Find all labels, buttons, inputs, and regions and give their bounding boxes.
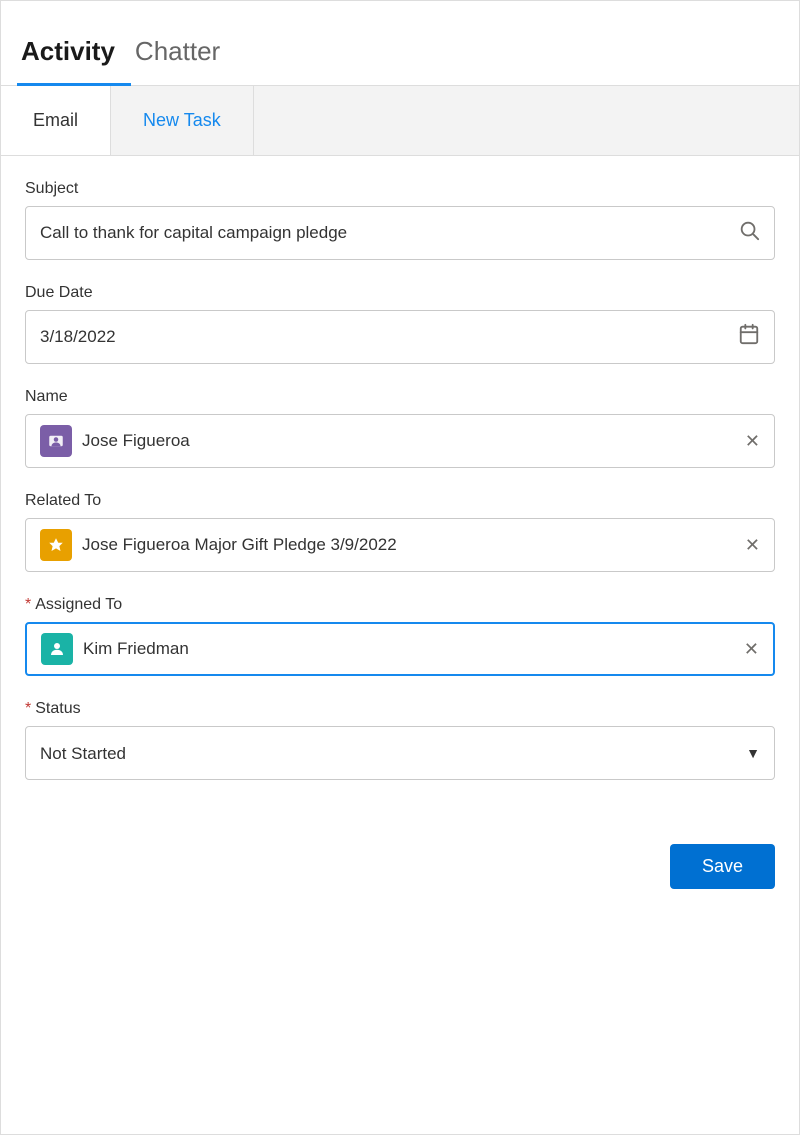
- name-label: Name: [25, 388, 775, 406]
- related-to-label: Related To: [25, 492, 775, 510]
- due-date-input-wrapper: [25, 310, 775, 364]
- status-select-wrapper: Not Started In Progress Completed Waitin…: [25, 726, 775, 780]
- tab-chatter[interactable]: Chatter: [131, 28, 236, 86]
- sub-tab-email[interactable]: Email: [1, 86, 111, 155]
- due-date-label: Due Date: [25, 284, 775, 302]
- status-required-star: *: [25, 700, 31, 718]
- assigned-to-close-icon[interactable]: ✕: [744, 639, 759, 660]
- related-to-chip-label: Jose Figueroa Major Gift Pledge 3/9/2022: [82, 535, 735, 555]
- assigned-to-field-group: * Assigned To Kim Friedman ✕: [25, 596, 775, 676]
- related-to-input-wrapper[interactable]: Jose Figueroa Major Gift Pledge 3/9/2022…: [25, 518, 775, 572]
- save-button[interactable]: Save: [670, 844, 775, 889]
- status-select[interactable]: Not Started In Progress Completed Waitin…: [40, 744, 746, 763]
- name-chip-label: Jose Figueroa: [82, 431, 735, 451]
- status-field-group: * Status Not Started In Progress Complet…: [25, 700, 775, 780]
- assigned-to-input-wrapper[interactable]: Kim Friedman ✕: [25, 622, 775, 676]
- name-field-group: Name Jose Figueroa ✕: [25, 388, 775, 468]
- assigned-to-chip-label: Kim Friedman: [83, 639, 734, 659]
- status-dropdown-icon: ▼: [746, 745, 760, 761]
- form-footer: Save: [1, 828, 799, 913]
- subject-field-group: Subject: [25, 180, 775, 260]
- subject-label: Subject: [25, 180, 775, 198]
- name-close-icon[interactable]: ✕: [745, 431, 760, 452]
- subject-input[interactable]: [40, 223, 738, 243]
- related-to-chip: Jose Figueroa Major Gift Pledge 3/9/2022…: [40, 529, 760, 561]
- assigned-to-chip-icon: [41, 633, 73, 665]
- due-date-field-group: Due Date: [25, 284, 775, 364]
- search-icon: [738, 219, 760, 247]
- main-panel: Activity Chatter Email New Task Subject: [0, 0, 800, 1135]
- assigned-to-label: * Assigned To: [25, 596, 775, 614]
- tab-activity[interactable]: Activity: [17, 28, 131, 86]
- name-input-wrapper[interactable]: Jose Figueroa ✕: [25, 414, 775, 468]
- form-area: Subject Due Date: [1, 156, 799, 828]
- assigned-to-required-star: *: [25, 596, 31, 614]
- related-to-chip-icon: [40, 529, 72, 561]
- name-chip: Jose Figueroa ✕: [40, 425, 760, 457]
- top-tabs: Activity Chatter: [1, 1, 799, 86]
- sub-tabs: Email New Task: [1, 86, 799, 156]
- due-date-input[interactable]: [40, 327, 738, 347]
- name-chip-icon: [40, 425, 72, 457]
- related-to-field-group: Related To Jose Figueroa Major Gift Pled…: [25, 492, 775, 572]
- calendar-icon[interactable]: [738, 323, 760, 351]
- status-label: * Status: [25, 700, 775, 718]
- subject-input-wrapper: [25, 206, 775, 260]
- assigned-to-chip: Kim Friedman ✕: [41, 633, 759, 665]
- sub-tab-new-task[interactable]: New Task: [111, 86, 254, 155]
- related-to-close-icon[interactable]: ✕: [745, 535, 760, 556]
